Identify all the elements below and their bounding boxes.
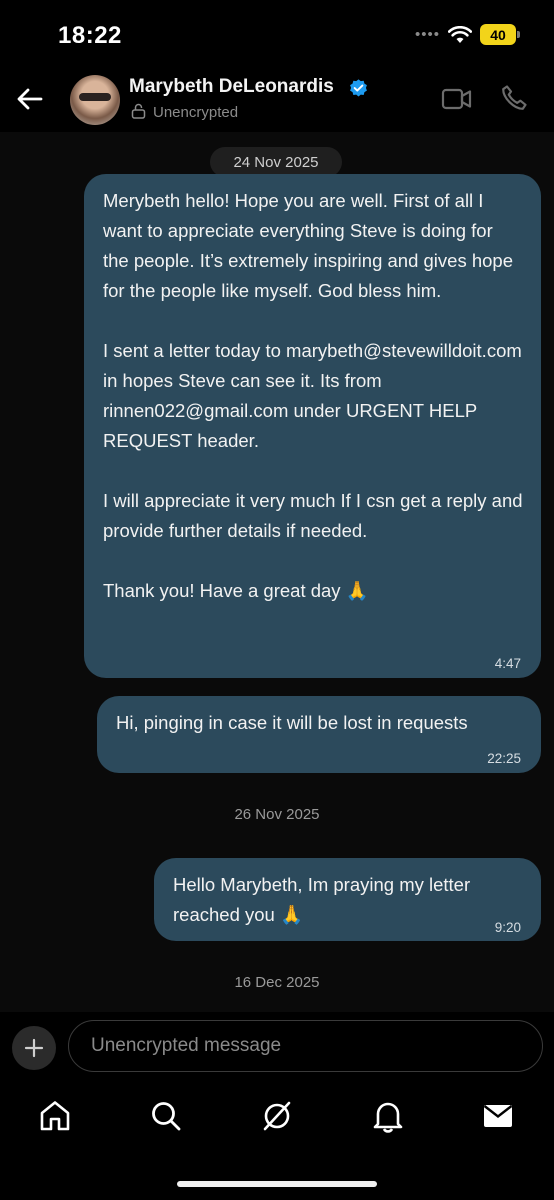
message-bubble[interactable]: Hello Marybeth, Im praying my letter rea… xyxy=(154,858,541,941)
cellular-signal-icon: •••• xyxy=(414,26,440,43)
encryption-status: Unencrypted xyxy=(153,104,239,121)
message-time: 9:20 xyxy=(494,920,521,935)
message-bubble[interactable]: Hi, pinging in case it will be lost in r… xyxy=(97,696,541,773)
status-indicators: •••• 40 xyxy=(414,24,520,45)
date-divider: 24 Nov 2025 xyxy=(210,147,342,177)
messages-icon[interactable] xyxy=(480,1098,516,1134)
back-arrow-icon[interactable] xyxy=(15,84,45,114)
home-icon[interactable] xyxy=(37,1098,73,1134)
message-time: 4:47 xyxy=(494,656,521,671)
message-bubble[interactable]: Merybeth hello! Hope you are well. First… xyxy=(84,174,541,678)
chat-header: Marybeth DeLeonardis Unencrypted xyxy=(0,70,554,132)
search-icon[interactable] xyxy=(148,1098,184,1134)
add-attachment-button[interactable] xyxy=(12,1026,56,1070)
plus-icon xyxy=(24,1038,44,1058)
grok-icon[interactable] xyxy=(259,1098,295,1134)
phone-icon[interactable] xyxy=(500,84,528,112)
message-composer xyxy=(0,1012,554,1082)
message-text: Merybeth hello! Hope you are well. First… xyxy=(103,190,523,601)
verified-badge-icon xyxy=(350,79,367,97)
lock-icon xyxy=(131,103,146,119)
contact-name[interactable]: Marybeth DeLeonardis xyxy=(129,76,334,98)
home-indicator[interactable] xyxy=(177,1181,377,1187)
date-divider: 16 Dec 2025 xyxy=(234,974,320,991)
message-text: Hi, pinging in case it will be lost in r… xyxy=(116,712,468,733)
status-bar: 18:22 •••• 40 xyxy=(0,0,554,70)
status-time: 18:22 xyxy=(58,22,122,49)
date-divider: 26 Nov 2025 xyxy=(234,806,320,823)
message-input[interactable] xyxy=(68,1020,543,1072)
video-call-icon[interactable] xyxy=(441,86,473,112)
avatar[interactable] xyxy=(70,75,120,125)
notifications-icon[interactable] xyxy=(370,1098,406,1134)
battery-icon: 40 xyxy=(480,24,520,45)
message-time: 22:25 xyxy=(487,751,521,766)
wifi-icon xyxy=(448,25,472,43)
message-text: Hello Marybeth, Im praying my letter rea… xyxy=(173,874,476,925)
